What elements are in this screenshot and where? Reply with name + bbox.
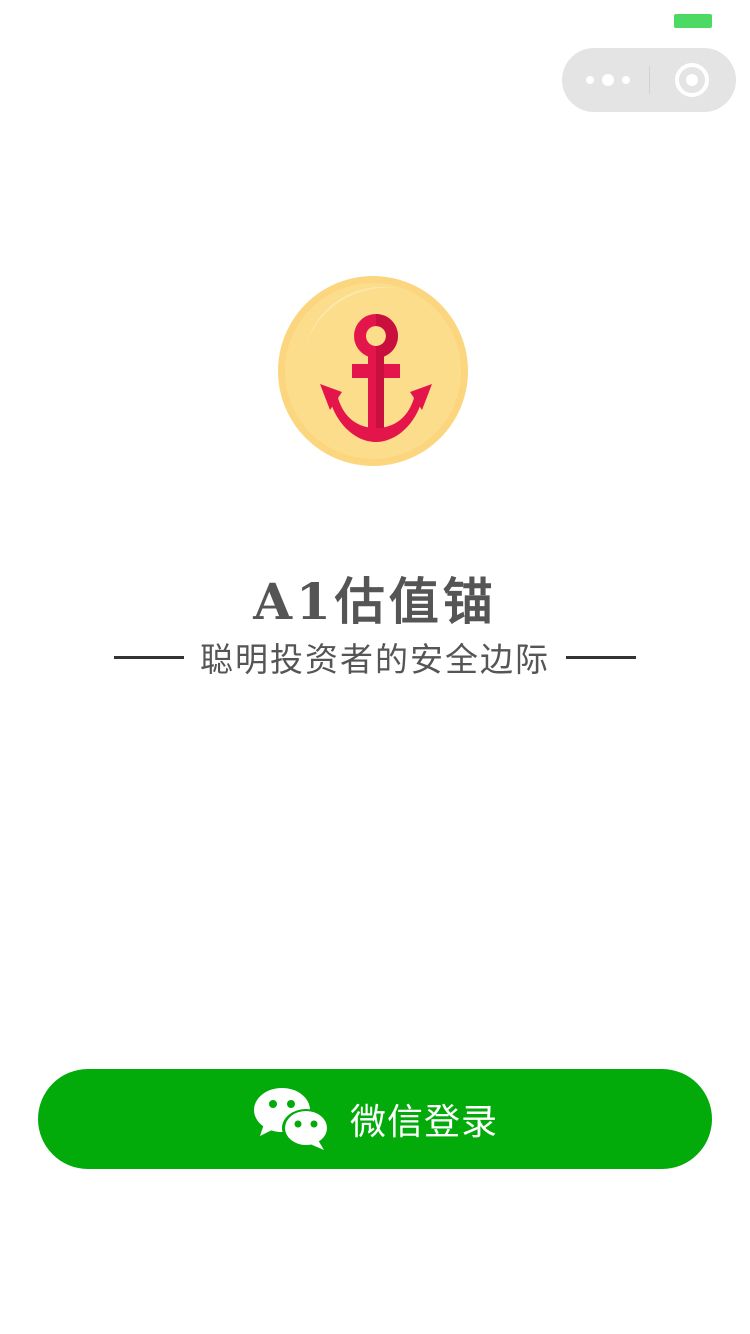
app-title: A1估值锚	[253, 572, 497, 631]
miniprogram-capsule	[562, 48, 736, 112]
capsule-divider	[649, 66, 650, 94]
divider-right	[566, 655, 636, 659]
anchor-icon	[278, 276, 468, 466]
divider-left	[114, 655, 184, 659]
battery-indicator	[674, 14, 712, 28]
wechat-icon	[253, 1088, 330, 1150]
tagline: 聪明投资者的安全边际	[200, 640, 550, 679]
wechat-login-label: 微信登录	[349, 1102, 498, 1143]
wechat-login-button[interactable]: 微信登录	[38, 1069, 712, 1169]
target-close-icon[interactable]	[674, 62, 710, 98]
tagline-row: 聪明投资者的安全边际	[0, 632, 750, 682]
more-dots-icon[interactable]	[586, 48, 630, 112]
